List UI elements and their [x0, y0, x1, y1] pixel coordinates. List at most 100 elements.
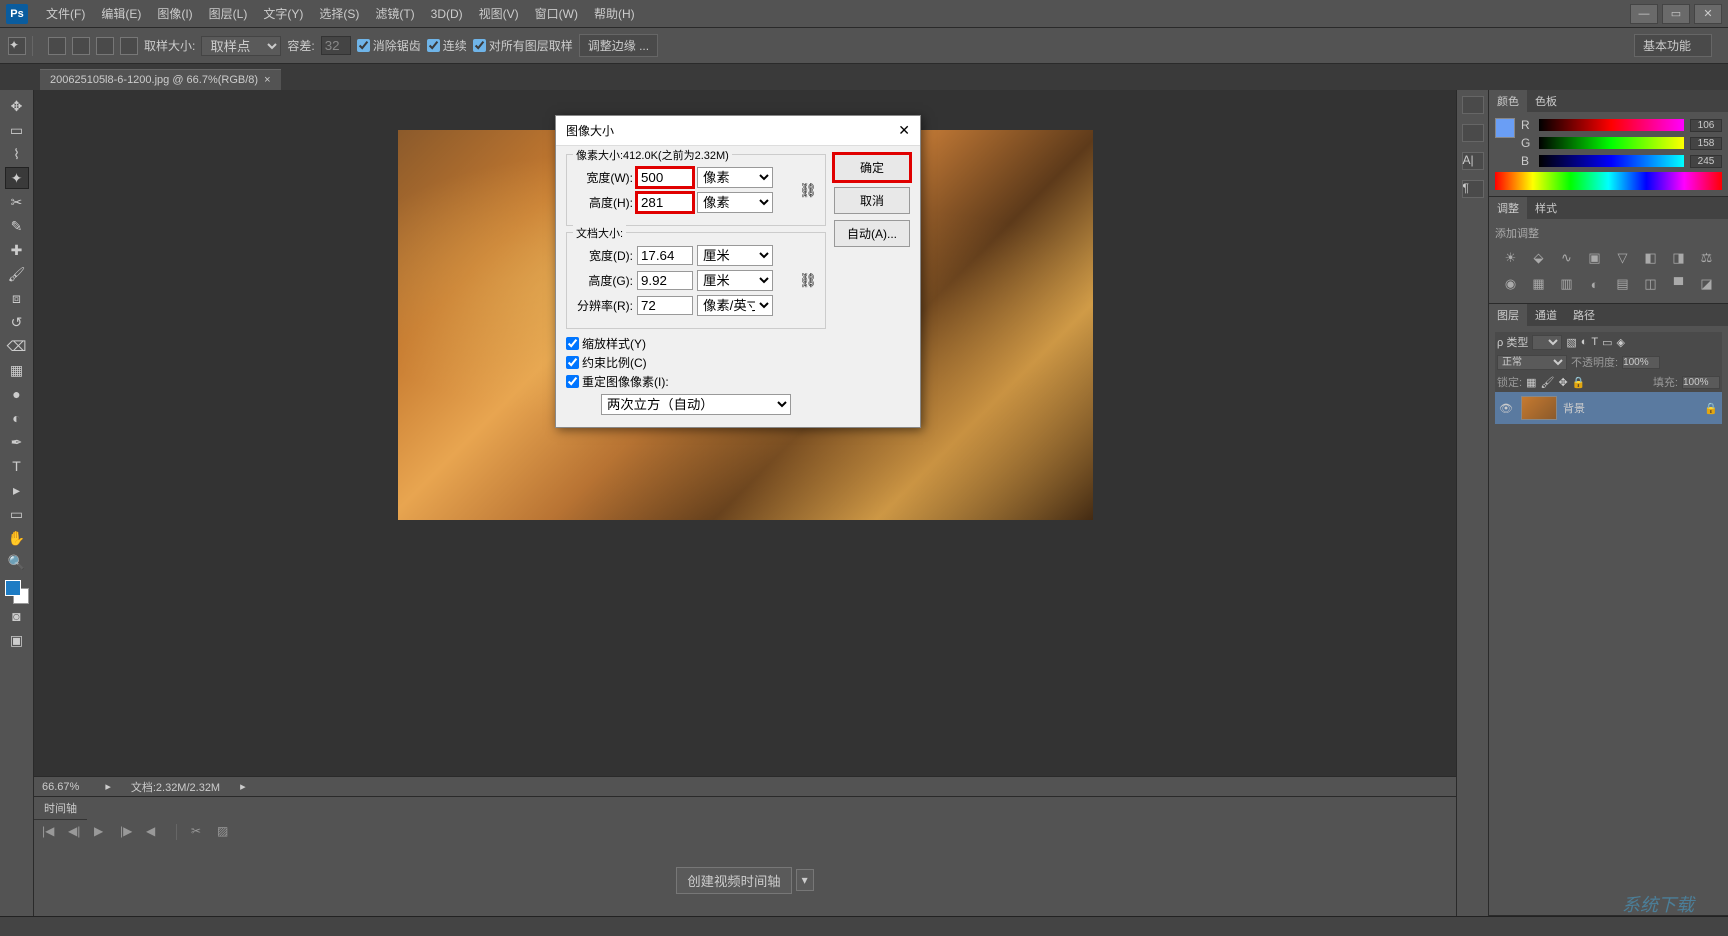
tab-paths[interactable]: 路径: [1565, 304, 1603, 326]
crop-tool[interactable]: ✂: [5, 191, 29, 213]
menu-filter[interactable]: 滤镜(T): [367, 5, 422, 22]
auto-button[interactable]: 自动(A)...: [834, 220, 910, 247]
all-layers-checkbox[interactable]: 对所有图层取样: [473, 37, 573, 54]
workspace-dropdown[interactable]: 基本功能: [1634, 34, 1712, 57]
curves-icon[interactable]: ∿: [1557, 249, 1577, 267]
constrain-checkbox[interactable]: 约束比例(C): [566, 354, 826, 371]
tab-swatches[interactable]: 色板: [1527, 90, 1565, 112]
tab-color[interactable]: 颜色: [1489, 90, 1527, 112]
scissors-icon[interactable]: ✂: [191, 824, 207, 840]
bw-icon[interactable]: ◨: [1669, 249, 1689, 267]
threshold-icon[interactable]: ◫: [1641, 275, 1661, 293]
doc-width-unit-select[interactable]: 厘米: [697, 245, 773, 266]
dodge-tool[interactable]: ◐: [5, 407, 29, 429]
move-tool[interactable]: ✥: [5, 95, 29, 117]
next-frame-icon[interactable]: |▶: [120, 824, 136, 840]
go-end-icon[interactable]: ◀: [146, 824, 162, 840]
quick-mask-icon[interactable]: ◙: [5, 605, 29, 627]
properties-panel-icon[interactable]: [1462, 124, 1484, 142]
resolution-unit-select[interactable]: 像素/英寸: [697, 295, 773, 316]
menu-3d[interactable]: 3D(D): [423, 7, 471, 21]
go-start-icon[interactable]: |◀: [42, 824, 58, 840]
r-slider[interactable]: [1539, 119, 1684, 131]
create-timeline-button[interactable]: 创建视频时间轴: [676, 867, 791, 894]
tolerance-input[interactable]: [321, 36, 351, 55]
mixer-icon[interactable]: ▦: [1529, 275, 1549, 293]
b-slider[interactable]: [1539, 155, 1684, 167]
blend-mode-select[interactable]: 正常: [1497, 355, 1567, 370]
tab-adjustments[interactable]: 调整: [1489, 197, 1527, 219]
resample-checkbox[interactable]: 重定图像像素(I):: [566, 373, 826, 390]
exposure-icon[interactable]: ▣: [1585, 249, 1605, 267]
resample-method-select[interactable]: 两次立方（自动）: [601, 394, 791, 415]
filter-smart-icon[interactable]: ◈: [1617, 336, 1625, 349]
lock-pos-icon[interactable]: ✥: [1558, 376, 1567, 389]
hand-tool[interactable]: ✋: [5, 527, 29, 549]
color-swatch[interactable]: [5, 580, 29, 604]
refine-edge-button[interactable]: 调整边缘 ...: [579, 34, 658, 57]
blur-tool[interactable]: ●: [5, 383, 29, 405]
pen-tool[interactable]: ✒: [5, 431, 29, 453]
char-panel-icon[interactable]: A|: [1462, 152, 1484, 170]
r-value[interactable]: [1690, 119, 1722, 132]
doc-height-unit-select[interactable]: 厘米: [697, 270, 773, 291]
doc-width-input[interactable]: [637, 246, 693, 265]
contiguous-checkbox[interactable]: 连续: [427, 37, 467, 54]
eyedropper-tool[interactable]: ✎: [5, 215, 29, 237]
healing-tool[interactable]: ✚: [5, 239, 29, 261]
transition-icon[interactable]: ▨: [217, 824, 233, 840]
marquee-tool[interactable]: ▭: [5, 119, 29, 141]
shape-tool[interactable]: ▭: [5, 503, 29, 525]
menu-text[interactable]: 文字(Y): [255, 5, 311, 22]
menu-layer[interactable]: 图层(L): [201, 5, 256, 22]
posterize-icon[interactable]: ▤: [1613, 275, 1633, 293]
stamp-tool[interactable]: ⧈: [5, 287, 29, 309]
g-value[interactable]: [1690, 137, 1722, 150]
tab-layers[interactable]: 图层: [1489, 304, 1527, 326]
invert-icon[interactable]: ◐: [1585, 275, 1605, 293]
brush-tool[interactable]: 🖌: [5, 263, 29, 285]
history-panel-icon[interactable]: [1462, 96, 1484, 114]
timeline-tab[interactable]: 时间轴: [34, 797, 87, 820]
document-tab[interactable]: 200625105l8-6-1200.jpg @ 66.7%(RGB/8) ×: [40, 69, 281, 90]
play-icon[interactable]: ▶: [94, 824, 110, 840]
paragraph-panel-icon[interactable]: ¶: [1462, 180, 1484, 198]
zoom-tool[interactable]: 🔍: [5, 551, 29, 573]
history-brush-tool[interactable]: ↺: [5, 311, 29, 333]
lock-all-icon[interactable]: 🔒: [1572, 376, 1586, 389]
path-select-tool[interactable]: ▸: [5, 479, 29, 501]
zoom-level[interactable]: 66.67%: [42, 781, 79, 793]
selective-color-icon[interactable]: ◪: [1697, 275, 1717, 293]
doc-constrain-link-icon[interactable]: ⛓: [799, 272, 817, 289]
menu-file[interactable]: 文件(F): [38, 5, 93, 22]
filter-type-select[interactable]: [1532, 335, 1562, 350]
new-selection-icon[interactable]: [48, 37, 66, 55]
height-unit-select[interactable]: 像素: [697, 192, 773, 213]
gradient-map-icon[interactable]: ▀: [1669, 275, 1689, 293]
width-input[interactable]: [637, 168, 693, 187]
text-tool[interactable]: T: [5, 455, 29, 477]
width-unit-select[interactable]: 像素: [697, 167, 773, 188]
add-selection-icon[interactable]: [72, 37, 90, 55]
resolution-input[interactable]: [637, 296, 693, 315]
filter-pixel-icon[interactable]: ▧: [1566, 336, 1576, 349]
menu-edit[interactable]: 编辑(E): [93, 5, 149, 22]
scale-styles-checkbox[interactable]: 缩放样式(Y): [566, 335, 826, 352]
close-button[interactable]: ✕: [1694, 4, 1722, 24]
prev-frame-icon[interactable]: ◀|: [68, 824, 84, 840]
lock-trans-icon[interactable]: ▦: [1526, 376, 1536, 389]
brightness-icon[interactable]: ☀: [1501, 249, 1521, 267]
minimize-button[interactable]: —: [1630, 4, 1658, 24]
constrain-link-icon[interactable]: ⛓: [799, 182, 817, 199]
layer-row-background[interactable]: 👁 背景 🔒: [1495, 392, 1722, 424]
tab-channels[interactable]: 通道: [1527, 304, 1565, 326]
screen-mode-icon[interactable]: ▣: [5, 629, 29, 651]
doc-height-input[interactable]: [637, 271, 693, 290]
layer-thumbnail[interactable]: [1521, 396, 1557, 420]
gradient-tool[interactable]: ▦: [5, 359, 29, 381]
photo-filter-icon[interactable]: ◉: [1501, 275, 1521, 293]
subtract-selection-icon[interactable]: [96, 37, 114, 55]
eraser-tool[interactable]: ⌫: [5, 335, 29, 357]
menu-select[interactable]: 选择(S): [311, 5, 367, 22]
menu-image[interactable]: 图像(I): [149, 5, 200, 22]
